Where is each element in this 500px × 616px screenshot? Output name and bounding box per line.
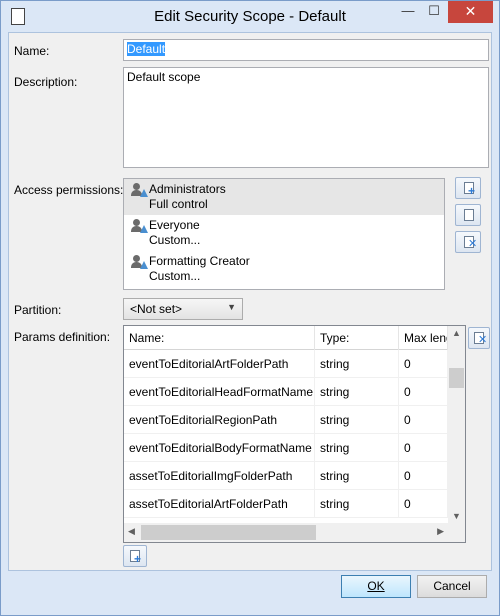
column-header-name[interactable]: Name:: [124, 326, 315, 350]
cell-type: string: [315, 490, 399, 518]
ok-button[interactable]: OK: [341, 575, 411, 598]
cell-max-length: 0: [399, 350, 448, 378]
cell-name: assetToEditorialArtFolderPath: [124, 490, 315, 518]
cell-type: string: [315, 378, 399, 406]
name-label: Name:: [14, 44, 50, 58]
table-row[interactable]: eventToEditorialArtFolderPath string 0: [124, 350, 448, 378]
column-header-max-length[interactable]: Max leng: [399, 326, 448, 350]
permission-level: Custom...: [149, 233, 201, 247]
cell-max-length: 0: [399, 406, 448, 434]
user-group-icon: [131, 183, 148, 197]
params-grid[interactable]: Name: Type: Max leng eventToEditorialArt…: [123, 325, 466, 543]
cell-type: string: [315, 350, 399, 378]
title-bar[interactable]: Edit Security Scope - Default — ☐ ✕: [1, 1, 499, 32]
edit-icon: [464, 209, 474, 221]
add-param-button[interactable]: +: [123, 545, 147, 567]
edit-permission-button[interactable]: [455, 204, 481, 226]
scroll-thumb[interactable]: [141, 525, 316, 540]
table-row[interactable]: assetToEditorialImgFolderPath string 0: [124, 462, 448, 490]
user-group-icon: [131, 219, 148, 233]
vertical-scrollbar[interactable]: ▲ ▼: [448, 326, 465, 523]
name-field[interactable]: Default: [123, 39, 489, 61]
table-row[interactable]: assetToEditorialArtFolderPath string 0: [124, 490, 448, 518]
user-group-icon: [131, 255, 148, 269]
permission-level: Custom...: [149, 269, 201, 283]
edit-security-scope-dialog: Edit Security Scope - Default — ☐ ✕ Name…: [0, 0, 500, 616]
name-value: Default: [127, 42, 166, 56]
description-field[interactable]: Default scope: [123, 67, 489, 168]
table-row[interactable]: eventToEditorialHeadFormatName string 0: [124, 378, 448, 406]
table-row[interactable]: eventToEditorialBodyFormatName string 0: [124, 434, 448, 462]
chevron-down-icon: ▼: [227, 302, 236, 312]
cell-max-length: 0: [399, 378, 448, 406]
horizontal-scrollbar[interactable]: ◀ ▶: [124, 523, 448, 542]
permission-item[interactable]: Administrators Full control: [124, 179, 444, 215]
access-permissions-label: Access permissions:: [14, 183, 124, 197]
scrollbar-corner: [448, 523, 465, 542]
cancel-button[interactable]: Cancel: [417, 575, 487, 598]
permission-item[interactable]: Everyone Custom...: [124, 215, 444, 251]
permission-item[interactable]: Formatting Creator Custom...: [124, 251, 444, 287]
column-header-type[interactable]: Type:: [315, 326, 399, 350]
cell-type: string: [315, 406, 399, 434]
cell-type: string: [315, 462, 399, 490]
add-permission-button[interactable]: +: [455, 177, 481, 199]
scroll-right-icon[interactable]: ▶: [437, 526, 444, 537]
cell-max-length: 0: [399, 462, 448, 490]
cell-type: string: [315, 434, 399, 462]
grid-header: Name: Type: Max leng: [124, 326, 448, 350]
scroll-down-icon[interactable]: ▼: [448, 511, 465, 521]
permission-name: Formatting Creator: [149, 254, 250, 268]
scroll-thumb[interactable]: [449, 368, 464, 388]
remove-param-button[interactable]: ✕: [468, 327, 490, 349]
description-label: Description:: [14, 75, 78, 89]
dialog-body: Name: Default Description: Default scope…: [8, 32, 492, 571]
cell-name: eventToEditorialArtFolderPath: [124, 350, 315, 378]
scroll-up-icon[interactable]: ▲: [448, 328, 465, 338]
cell-max-length: 0: [399, 490, 448, 518]
cell-name: assetToEditorialImgFolderPath: [124, 462, 315, 490]
cell-name: eventToEditorialHeadFormatName: [124, 378, 315, 406]
access-permissions-list[interactable]: Administrators Full control Everyone Cus…: [123, 178, 445, 290]
partition-select[interactable]: <Not set> ▼: [123, 298, 243, 320]
grid-rows: eventToEditorialArtFolderPath string 0 e…: [124, 350, 448, 518]
close-button[interactable]: ✕: [448, 1, 493, 23]
cell-name: eventToEditorialBodyFormatName: [124, 434, 315, 462]
cell-name: eventToEditorialRegionPath: [124, 406, 315, 434]
partition-label: Partition:: [14, 303, 62, 317]
remove-permission-button[interactable]: ✕: [455, 231, 481, 253]
maximize-button[interactable]: ☐: [421, 1, 447, 23]
table-row[interactable]: eventToEditorialRegionPath string 0: [124, 406, 448, 434]
permission-name: Administrators: [149, 182, 226, 196]
minimize-button[interactable]: —: [395, 1, 421, 23]
cell-max-length: 0: [399, 434, 448, 462]
partition-value: <Not set>: [130, 302, 183, 316]
permission-name: Everyone: [149, 218, 200, 232]
permission-level: Full control: [149, 197, 208, 211]
params-definition-label: Params definition:: [14, 330, 111, 344]
scroll-left-icon[interactable]: ◀: [128, 526, 135, 537]
ok-label: OK: [367, 579, 385, 593]
